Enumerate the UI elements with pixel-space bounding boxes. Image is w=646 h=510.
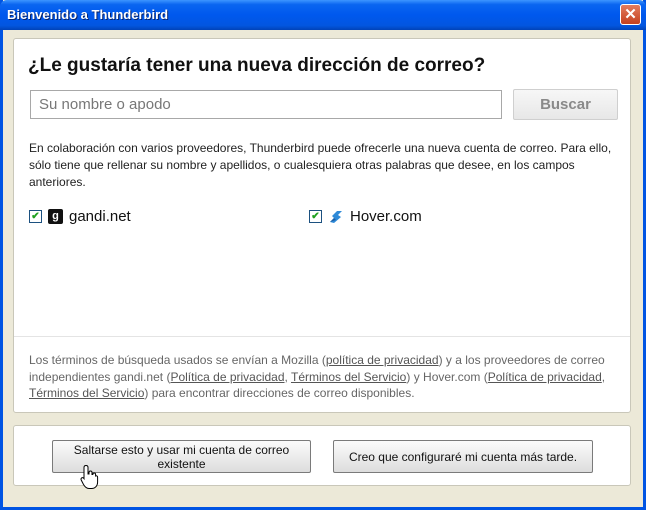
window-title: Bienvenido a Thunderbird	[7, 7, 169, 22]
provider-label: Hover.com	[350, 208, 422, 225]
name-input[interactable]	[30, 90, 502, 119]
page-title: ¿Le gustaría tener una nueva dirección d…	[28, 55, 486, 76]
hover-icon	[330, 210, 342, 223]
close-button[interactable]: ✕	[620, 4, 641, 25]
privacy-notice: Los términos de búsqueda usados se envía…	[29, 352, 614, 402]
hover-privacy-link[interactable]: Política de privacidad	[488, 370, 602, 384]
provider-label: gandi.net	[69, 208, 131, 225]
notice-text: ,	[601, 369, 606, 384]
provider-gandi: ✔ g gandi.net	[29, 208, 131, 225]
provider-hover: ✔ Hover.com	[309, 208, 422, 225]
new-account-panel: ¿Le gustaría tener una nueva dirección d…	[13, 38, 631, 413]
mozilla-privacy-link[interactable]: política de privacidad	[326, 353, 439, 367]
gandi-icon: g	[48, 209, 63, 224]
configure-later-button[interactable]: Creo que configuraré mi cuenta más tarde…	[333, 440, 593, 473]
hover-terms-link[interactable]: Términos del Servicio	[29, 386, 144, 400]
description-text: En colaboración con varios proveedores, …	[29, 141, 612, 189]
gandi-privacy-link[interactable]: Política de privacidad	[170, 370, 284, 384]
notice-text: ) para encontrar direcciones de correo d…	[144, 386, 415, 400]
gandi-checkbox[interactable]: ✔	[29, 210, 42, 223]
divider	[14, 336, 630, 337]
hand-cursor-icon	[80, 464, 99, 489]
action-panel: Saltarse esto y usar mi cuenta de correo…	[13, 425, 631, 486]
search-button[interactable]: Buscar	[513, 89, 618, 120]
title-bar[interactable]: Bienvenido a Thunderbird ✕	[0, 0, 646, 30]
notice-text: Los términos de búsqueda usados se envía…	[29, 353, 326, 367]
notice-text: ) y Hover.com (	[406, 369, 488, 384]
hover-checkbox[interactable]: ✔	[309, 210, 322, 223]
gandi-terms-link[interactable]: Términos del Servicio	[291, 370, 406, 384]
